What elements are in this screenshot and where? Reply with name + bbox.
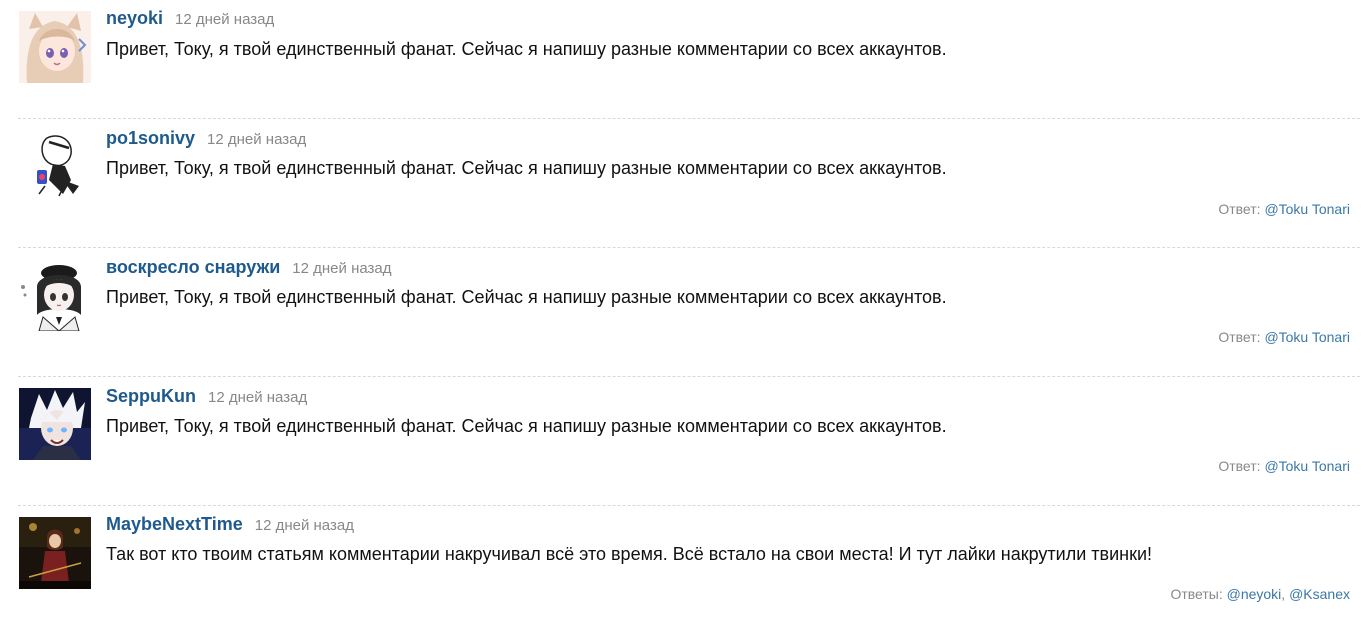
comment-header: SeppuKun 12 дней назад <box>106 385 307 409</box>
comment-timestamp: 12 дней назад <box>254 517 354 534</box>
comment-replies: Ответ: @Toku Tonari <box>1218 200 1350 218</box>
comment-replies: Ответ: @Toku Tonari <box>1218 328 1350 346</box>
comment: SeppuKun 12 дней назад Привет, Току, я тв… <box>18 376 1360 505</box>
comment: po1sonivy 12 дней назад Привет, Току, я т… <box>18 118 1360 247</box>
avatar-anime-sketch-icon[interactable] <box>19 130 91 202</box>
reply-mention-link[interactable]: @neyoki <box>1227 586 1282 602</box>
reply-mention-link[interactable]: @Ksanex <box>1289 586 1350 602</box>
comment: neyoki 12 дней назад Привет, Току, я твой… <box>18 0 1360 118</box>
comment-text: Привет, Току, я твой единственный фанат.… <box>106 287 947 307</box>
comment-author-link[interactable]: MaybeNextTime <box>106 514 243 534</box>
comment-author-link[interactable]: воскресло снаружи <box>106 257 280 277</box>
avatar-anime-girl-beret-icon[interactable] <box>19 259 91 331</box>
comment-header: neyoki 12 дней назад <box>106 7 274 31</box>
comment-replies: Ответ: @Toku Tonari <box>1218 457 1350 475</box>
replies-label: Ответ: <box>1218 329 1261 345</box>
comment-author-link[interactable]: SeppuKun <box>106 386 196 406</box>
comment: MaybeNextTime 12 дней назад Так вот кто т… <box>18 505 1360 632</box>
comment-timestamp: 12 дней назад <box>292 260 392 277</box>
comment-text: Привет, Току, я твой единственный фанат.… <box>106 158 947 178</box>
comment-header: воскресло снаружи 12 дней назад <box>106 256 392 280</box>
replies-label: Ответ: <box>1218 201 1261 217</box>
replies-label: Ответы: <box>1170 586 1223 602</box>
replies-label: Ответ: <box>1218 458 1261 474</box>
avatar-anime-catgirl-icon[interactable] <box>19 11 91 83</box>
avatar-anime-white-hair-icon[interactable] <box>19 388 91 460</box>
comment-replies: Ответы: @neyoki, @Ksanex <box>1170 586 1350 602</box>
comments-list: neyoki 12 дней назад Привет, Току, я твой… <box>18 0 1360 632</box>
comment-author-link[interactable]: neyoki <box>106 8 163 28</box>
comment-header: MaybeNextTime 12 дней назад <box>106 513 354 537</box>
comment-timestamp: 12 дней назад <box>207 131 307 148</box>
reply-mention-link[interactable]: @Toku Tonari <box>1264 458 1350 474</box>
comment-text: Так вот кто твоим статьям комментарии на… <box>106 544 1153 564</box>
comment: воскресло снаружи 12 дней назад Привет, Т… <box>18 247 1360 376</box>
reply-mention-link[interactable]: @Toku Tonari <box>1264 201 1350 217</box>
comment-text: Привет, Току, я твой единственный фанат.… <box>106 416 947 436</box>
comment-header: po1sonivy 12 дней назад <box>106 127 306 151</box>
comment-text: Привет, Току, я твой единственный фанат.… <box>106 39 947 59</box>
comment-timestamp: 12 дней назад <box>208 389 308 406</box>
avatar-dark-scene-icon[interactable] <box>19 517 91 589</box>
comment-timestamp: 12 дней назад <box>175 11 275 28</box>
reply-mention-link[interactable]: @Toku Tonari <box>1264 329 1350 345</box>
comment-author-link[interactable]: po1sonivy <box>106 128 195 148</box>
